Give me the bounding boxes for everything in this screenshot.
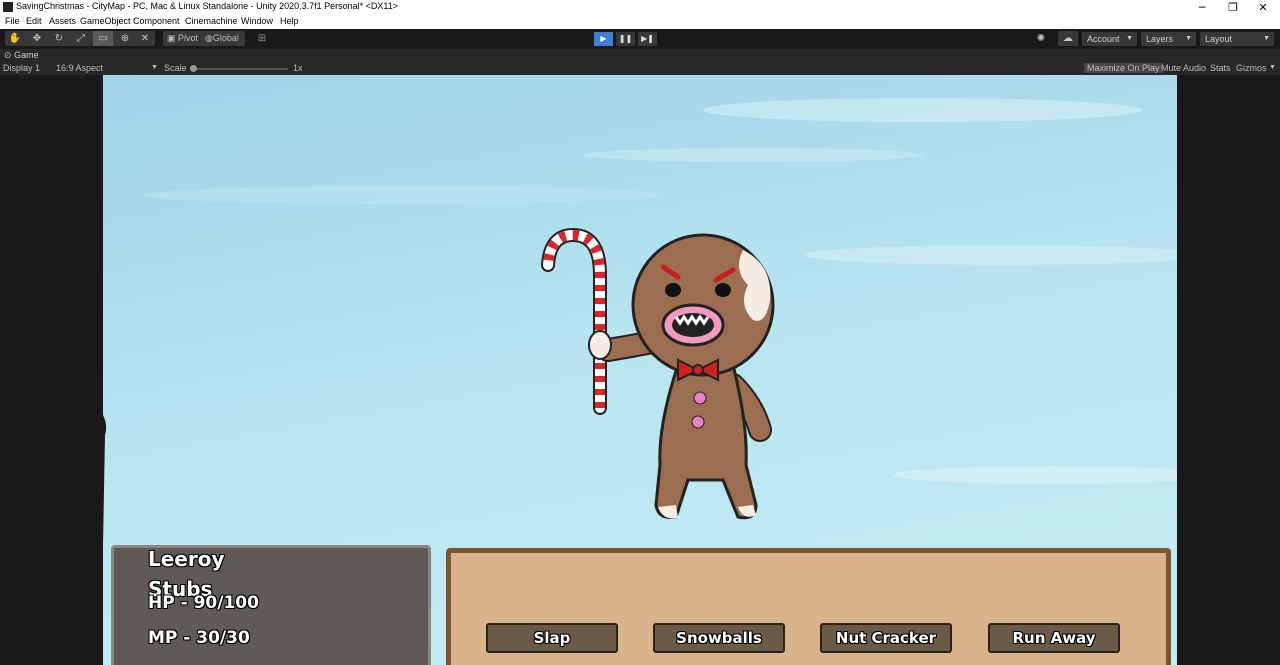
gizmos-dropdown[interactable]: Gizmos	[1236, 63, 1267, 73]
pause-button[interactable]: ❚❚	[616, 32, 635, 46]
unity-logo-icon	[3, 2, 13, 12]
candy-cane-icon	[541, 227, 607, 415]
menu-cinemachine[interactable]: Cinemachine	[185, 16, 238, 26]
menu-help[interactable]: Help	[280, 16, 299, 26]
editor-toolbar: ✋ ✥ ↻ ⤢ ▭ ⊕ ✕ ▣ Pivot ◍Global ⊞ ▶ ❚❚ ▶❚ …	[0, 29, 1280, 49]
maximize-on-play-toggle[interactable]: Maximize On Play	[1084, 63, 1163, 73]
rect-tool-icon[interactable]: ▭	[93, 31, 113, 46]
stats-toggle[interactable]: Stats	[1210, 63, 1231, 73]
menu-file[interactable]: File	[5, 16, 20, 26]
collab-icon[interactable]: ✺	[1031, 31, 1051, 46]
mp-readout: MP - 30/30	[148, 628, 250, 648]
globe-icon: ◍	[205, 33, 213, 43]
pivot-icon: ▣	[167, 33, 176, 43]
layout-label: Layout	[1205, 34, 1233, 44]
pivot-toggle[interactable]: ▣ Pivot	[167, 31, 198, 46]
play-button[interactable]: ▶	[594, 32, 613, 46]
gamepad-icon: ⊙	[4, 50, 12, 60]
scale-slider-track[interactable]	[193, 68, 288, 70]
menu-edit[interactable]: Edit	[26, 16, 42, 26]
layout-dropdown[interactable]: Layout ▼	[1200, 32, 1274, 46]
minimize-button[interactable]: ─	[1187, 0, 1217, 15]
transform-tools: ✋ ✥ ↻ ⤢ ▭ ⊕ ✕	[5, 31, 155, 46]
window-title: SavingChristmas - CityMap - PC, Mac & Li…	[16, 1, 399, 11]
global-toggle[interactable]: ◍Global	[205, 31, 239, 46]
menu-gameobject[interactable]: GameObject	[80, 16, 131, 26]
menu-window[interactable]: Window	[241, 16, 273, 26]
scale-value: 1x	[293, 63, 303, 73]
account-dropdown[interactable]: Account ▼	[1082, 32, 1137, 46]
tab-game[interactable]: ⊙ Game	[4, 50, 39, 61]
chevron-down-icon: ▼	[151, 64, 158, 71]
chevron-down-icon: ▼	[1263, 35, 1270, 42]
cloud-icon[interactable]: ☁	[1058, 31, 1078, 46]
display-dropdown[interactable]: Display 1	[3, 63, 40, 73]
run-away-button[interactable]: Run Away	[988, 623, 1120, 653]
hand-tool-icon[interactable]: ✋	[5, 31, 25, 46]
gingerbread-man-icon	[541, 227, 775, 520]
game-tab-bar: ⊙ Game	[0, 49, 1280, 62]
game-tab-label: Game	[14, 50, 39, 60]
menu-bar: File Edit Assets GameObject Component Ci…	[0, 15, 1280, 29]
close-button[interactable]: ✕	[1248, 0, 1278, 15]
pivot-global-group: ▣ Pivot ◍Global	[163, 31, 245, 46]
hp-readout: HP - 90/100	[148, 593, 259, 613]
layers-dropdown[interactable]: Layers ▼	[1141, 32, 1196, 46]
window-titlebar: SavingChristmas - CityMap - PC, Mac & Li…	[0, 0, 1280, 15]
slap-button[interactable]: Slap	[486, 623, 618, 653]
transform-tool-icon[interactable]: ⊕	[115, 31, 135, 46]
menu-component[interactable]: Component	[133, 16, 180, 26]
account-label: Account	[1087, 34, 1120, 44]
scale-label: Scale	[164, 63, 187, 73]
grid-snap-icon[interactable]: ⊞	[252, 31, 272, 46]
menu-assets[interactable]: Assets	[49, 16, 76, 26]
game-view-options: Display 1 16:9 Aspect ▼ Scale 1x Maximiz…	[0, 62, 1280, 75]
global-label: Global	[212, 33, 239, 43]
chevron-down-icon: ▼	[1185, 35, 1192, 42]
aspect-dropdown[interactable]: 16:9 Aspect	[56, 63, 103, 73]
chevron-down-icon: ▼	[1126, 35, 1133, 42]
game-scene[interactable]: Leeroy Stubs HP - 90/100 MP - 30/30 Slap…	[103, 75, 1177, 665]
step-button[interactable]: ▶❚	[638, 32, 657, 46]
snowballs-button[interactable]: Snowballs	[653, 623, 785, 653]
restore-button[interactable]: ❐	[1218, 0, 1248, 15]
chevron-down-icon: ▼	[1269, 64, 1276, 71]
rotate-tool-icon[interactable]: ↻	[49, 31, 69, 46]
move-tool-icon[interactable]: ✥	[27, 31, 47, 46]
custom-tool-icon[interactable]: ✕	[135, 31, 155, 46]
scale-tool-icon[interactable]: ⤢	[71, 31, 91, 46]
game-viewport[interactable]: Leeroy Stubs HP - 90/100 MP - 30/30 Slap…	[0, 75, 1280, 665]
mute-audio-toggle[interactable]: Mute Audio	[1161, 63, 1206, 73]
pivot-label: Pivot	[178, 33, 199, 43]
character-name: Leeroy	[148, 547, 225, 571]
layers-label: Layers	[1146, 34, 1174, 44]
action-panel: Slap Snowballs Nut Cracker Run Away	[446, 548, 1171, 665]
scale-slider-handle[interactable]	[190, 65, 197, 72]
nut-cracker-button[interactable]: Nut Cracker	[820, 623, 952, 653]
